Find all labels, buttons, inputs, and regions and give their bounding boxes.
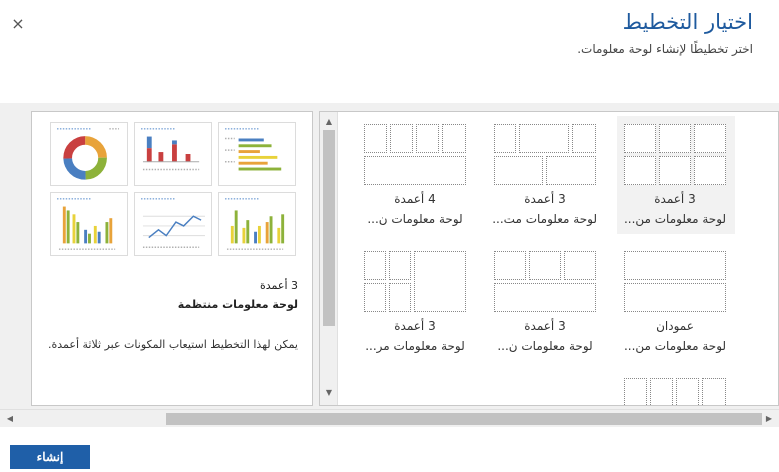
layout-title: 3 أعمدة — [524, 192, 566, 206]
layout-name: لوحة معلومات من... — [623, 339, 727, 353]
layout-name: لوحة معلومات من... — [623, 212, 727, 226]
scroll-up-icon[interactable]: ▲ — [320, 114, 338, 130]
layout-list: ▲ ▼ 3 أعمدة لوحة معلومات من... 3 أعمدة ل… — [319, 111, 779, 406]
scroll-left-icon[interactable]: ◀ — [2, 410, 18, 428]
layout-option-3-columns-d[interactable]: 3 أعمدة لوحة معلومات مر... — [357, 243, 475, 361]
layout-preview-panel: 3 أعمدة لوحة معلومات منتظمة يمكن لهذا ال… — [31, 111, 313, 406]
layout-title: 4 أعمدة — [394, 192, 436, 206]
layout-name: لوحة معلومات مر... — [365, 339, 465, 353]
bar-chart-icon — [218, 122, 296, 186]
horizontal-scrollbar[interactable]: ◀ ▶ — [0, 409, 779, 427]
close-icon[interactable]: × — [10, 16, 26, 32]
stacked-column-chart-icon — [50, 192, 128, 256]
vertical-scroll-thumb[interactable] — [323, 130, 335, 326]
dialog-title: اختيار التخطيط — [622, 10, 753, 34]
layout-title: 3 أعمدة — [654, 192, 696, 206]
dialog-subtitle: اختر تخطيطًا لإنشاء لوحة معلومات. — [577, 42, 753, 56]
layout-name: لوحة معلومات مت... — [493, 212, 597, 226]
layout-title: عمودان — [656, 319, 694, 333]
layout-option-3-columns-regular[interactable]: 3 أعمدة لوحة معلومات من... — [617, 116, 735, 234]
line-chart-icon — [134, 192, 212, 256]
layout-option-3-columns-b[interactable]: 3 أعمدة لوحة معلومات مت... — [487, 116, 605, 234]
layout-option-4-columns[interactable]: 4 أعمدة لوحة معلومات ن... — [357, 116, 475, 234]
layout-diagram — [624, 124, 728, 186]
layout-title: 3 أعمدة — [394, 319, 436, 333]
horizontal-scroll-thumb[interactable] — [166, 413, 762, 425]
preview-layout-title: 3 أعمدة — [259, 279, 298, 292]
layout-diagram — [364, 124, 468, 186]
layout-option-2-columns[interactable]: عمودان لوحة معلومات من... — [617, 243, 735, 361]
scroll-right-icon[interactable]: ▶ — [761, 410, 777, 428]
layout-option-partial[interactable] — [617, 370, 735, 405]
layout-title: 3 أعمدة — [524, 319, 566, 333]
clustered-column-chart-icon — [218, 192, 296, 256]
layout-diagram — [624, 251, 728, 313]
create-button[interactable]: إنشاء — [10, 445, 90, 469]
layout-diagram — [364, 251, 468, 313]
layout-name: لوحة معلومات ن... — [367, 212, 463, 226]
preview-layout-name: لوحة معلومات منتظمة — [177, 298, 298, 311]
layout-option-3-columns-c[interactable]: 3 أعمدة لوحة معلومات ن... — [487, 243, 605, 361]
layout-diagram — [494, 124, 598, 186]
layout-diagram — [624, 378, 728, 405]
vertical-scrollbar[interactable]: ▲ ▼ — [320, 112, 338, 405]
layout-diagram — [494, 251, 598, 313]
donut-chart-icon — [50, 122, 128, 186]
scroll-down-icon[interactable]: ▼ — [320, 385, 338, 401]
column-chart-icon — [134, 122, 212, 186]
preview-layout-description: يمكن لهذا التخطيط استيعاب المكونات عبر ث… — [48, 338, 298, 351]
layout-name: لوحة معلومات ن... — [497, 339, 593, 353]
